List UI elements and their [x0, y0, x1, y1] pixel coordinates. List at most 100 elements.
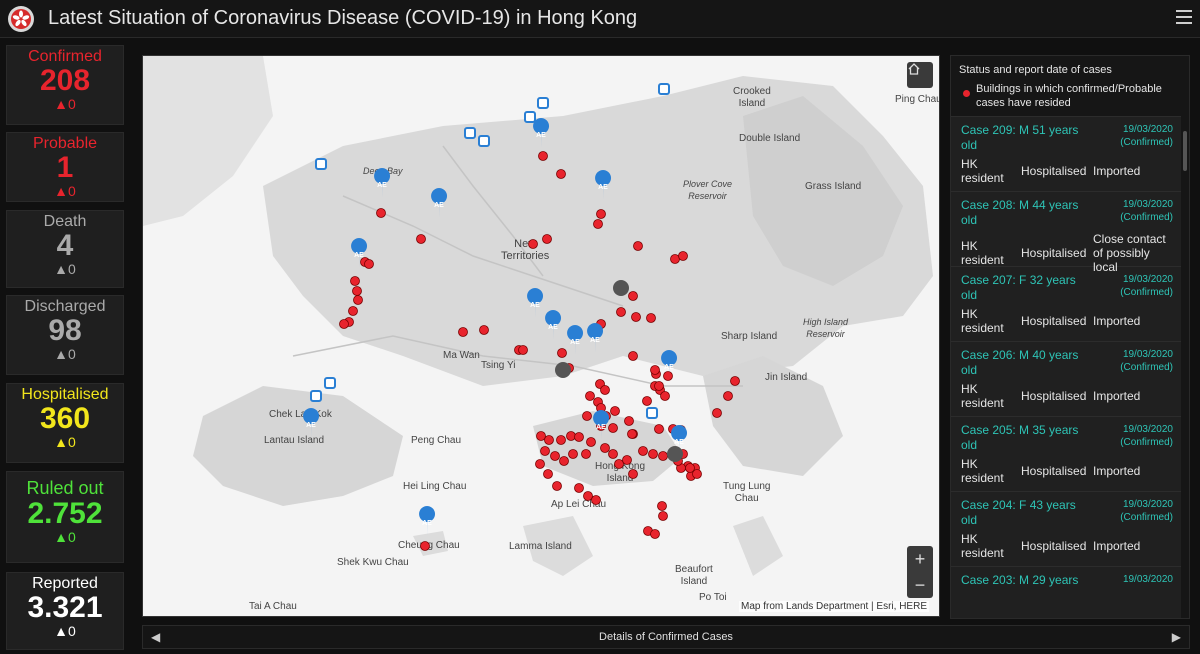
case-hospital-status: Hospitalised [1021, 164, 1087, 178]
case-dot [712, 408, 722, 418]
case-dot [583, 491, 593, 501]
case-residency: HK resident [961, 157, 1004, 185]
prev-arrow-icon[interactable]: ◀ [151, 630, 160, 644]
stat-delta: ▲0 [54, 434, 76, 450]
svg-text:AE: AE [590, 337, 600, 344]
panel-heading: Status and report date of cases [959, 64, 1112, 76]
clinic-icon [658, 83, 670, 95]
case-list-panel: Status and report date of cases Building… [950, 55, 1190, 619]
case-title: Case 206: M 40 years old [961, 348, 1079, 377]
case-title: Case 207: F 32 years old [961, 273, 1076, 302]
case-residency: HK resident [961, 307, 1004, 335]
case-dot [574, 483, 584, 493]
zoom-in-button[interactable]: + [907, 546, 933, 572]
case-dot [353, 295, 363, 305]
case-residency: HK resident [961, 382, 1004, 410]
case-status: (Confirmed) [1120, 287, 1173, 298]
case-item[interactable]: Case 203: M 29 years 19/03/2020 [951, 566, 1181, 618]
case-classification: Imported [1093, 389, 1141, 403]
case-item[interactable]: Case 206: M 40 years old 19/03/2020 (Conf… [951, 341, 1181, 416]
case-date: 19/03/2020 [1122, 199, 1173, 210]
footer-label: Details of Confirmed Cases [599, 631, 733, 643]
clinic-icon [478, 135, 490, 147]
stat-value: 4 [56, 229, 74, 262]
case-residency: HK resident [961, 532, 1004, 560]
case-dot [650, 365, 660, 375]
case-dot [542, 234, 552, 244]
svg-text:AE: AE [377, 182, 387, 189]
map-view[interactable]: Crooked Island Ping Chau Double Island D… [142, 55, 940, 617]
stat-delta: ▲0 [54, 261, 76, 277]
case-title: Case 205: M 35 years old [961, 423, 1079, 452]
case-classification: Imported [1093, 314, 1141, 328]
case-dot [544, 435, 554, 445]
map-attribution: Map from Lands Department | Esri, HERE [739, 601, 929, 612]
menu-icon[interactable] [1176, 10, 1192, 24]
stat-hospitalised: Hospitalised 360 ▲0 [6, 383, 124, 463]
case-dot [628, 351, 638, 361]
stat-confirmed: Confirmed 208 ▲0 [6, 45, 124, 125]
stat-value: 2.752 [27, 497, 103, 530]
case-dot [610, 406, 620, 416]
case-status: (Confirmed) [1120, 137, 1173, 148]
stat-delta: ▲0 [54, 623, 76, 639]
stat-value: 1 [56, 151, 74, 184]
case-dot [568, 449, 578, 459]
case-dot [654, 381, 664, 391]
case-item[interactable]: Case 208: M 44 years old 19/03/2020 (Conf… [951, 191, 1181, 274]
stat-discharged: Discharged 98 ▲0 [6, 295, 124, 375]
case-dot [556, 435, 566, 445]
home-button[interactable] [907, 62, 933, 88]
home-icon [908, 63, 920, 75]
case-item[interactable]: Case 205: M 35 years old 19/03/2020 (Conf… [951, 416, 1181, 491]
stat-reported: Reported 3.321 ▲0 [6, 572, 124, 650]
case-item[interactable]: Case 207: F 32 years old 19/03/2020 (Conf… [951, 266, 1181, 341]
case-residency: HK resident [961, 457, 1004, 485]
hksar-emblem-icon [8, 5, 34, 32]
case-dot [730, 376, 740, 386]
panel-scrollbar[interactable] [1183, 131, 1187, 171]
case-dot [376, 208, 386, 218]
case-hospital-status: Hospitalised [1021, 389, 1087, 403]
case-dot [600, 443, 610, 453]
case-dot [678, 251, 688, 261]
case-dot [543, 469, 553, 479]
quarantine-icon [555, 362, 571, 378]
clinic-icon [315, 158, 327, 170]
stat-value: 208 [39, 64, 91, 97]
case-status: (Confirmed) [1120, 437, 1173, 448]
case-title: Case 203: M 29 years [961, 573, 1079, 587]
svg-text:AE: AE [354, 252, 364, 259]
case-dot [518, 345, 528, 355]
svg-text:AE: AE [530, 302, 540, 309]
case-dot [350, 276, 360, 286]
footer-bar: ◀ Details of Confirmed Cases ▶ [142, 625, 1190, 649]
case-dot [540, 446, 550, 456]
clinic-icon [464, 127, 476, 139]
case-dot [557, 348, 567, 358]
case-dot [685, 463, 695, 473]
case-dot [416, 234, 426, 244]
zoom-out-button[interactable]: − [907, 572, 933, 598]
clinic-icon [310, 390, 322, 402]
svg-text:AE: AE [422, 520, 432, 527]
case-dot [536, 431, 546, 441]
case-dot [552, 481, 562, 491]
quarantine-icon [667, 446, 683, 462]
case-title: Case 208: M 44 years old [961, 198, 1079, 227]
case-item[interactable]: Case 204: F 43 years old 19/03/2020 (Conf… [951, 491, 1181, 566]
case-dot [582, 411, 592, 421]
clinic-icon [646, 407, 658, 419]
case-date: 19/03/2020 [1122, 424, 1173, 435]
page-title: Latest Situation of Coronavirus Disease … [48, 7, 638, 29]
case-dot [574, 432, 584, 442]
next-arrow-icon[interactable]: ▶ [1172, 630, 1181, 644]
clinic-icon [324, 377, 336, 389]
case-dot [479, 325, 489, 335]
case-item[interactable]: Case 209: M 51 years old 19/03/2020 (Conf… [951, 116, 1181, 191]
case-dot [650, 529, 660, 539]
case-hospital-status: Hospitalised [1021, 314, 1087, 328]
case-dot [660, 391, 670, 401]
stat-delta: ▲0 [54, 529, 76, 545]
case-dot [628, 469, 638, 479]
